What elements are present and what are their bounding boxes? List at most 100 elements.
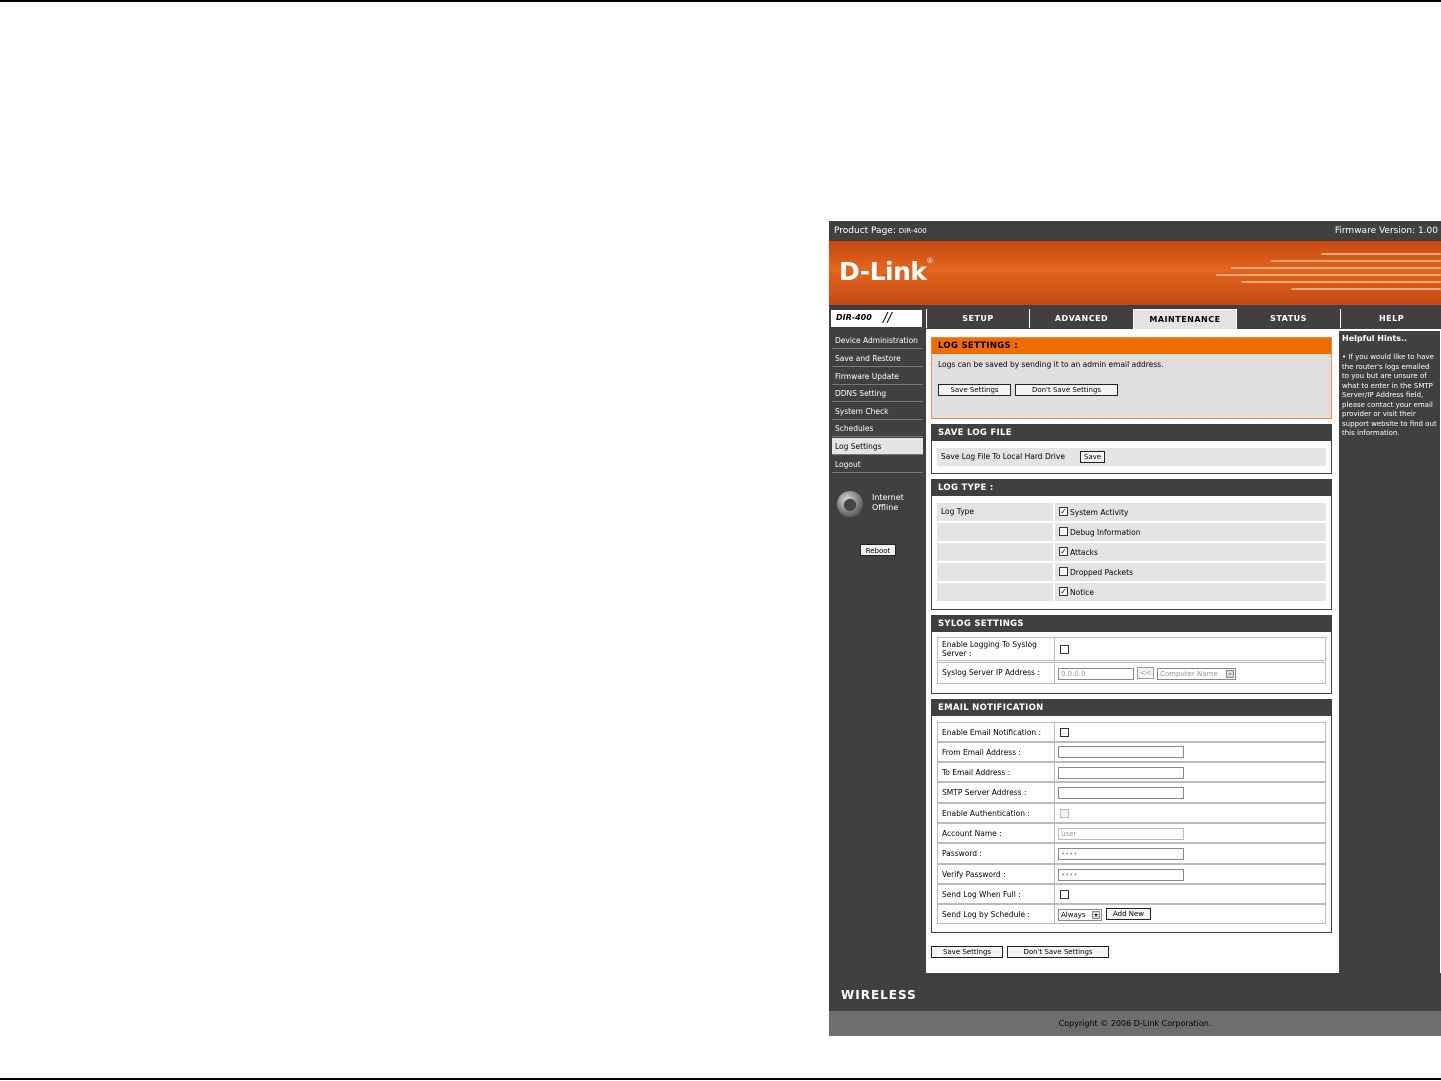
send-when-full-checkbox[interactable] [1060,890,1069,899]
debug-information-checkbox[interactable] [1059,527,1068,536]
send-when-full-label: Send Log When Full : [942,890,1021,899]
auth-row: Enable Authentication : [937,803,1326,823]
syslog-enable-label: Enable Logging To Syslog Server : [942,640,1037,658]
tab-help[interactable]: HELP [1340,309,1441,328]
from-email-row: From Email Address : [937,742,1326,762]
sidebar-item-device-administration[interactable]: Device Administration [832,332,923,349]
internet-globe-icon: ● [837,491,863,517]
log-type-label: Log Type [941,507,975,516]
row-divider [1054,663,1055,683]
add-new-schedule-button[interactable]: Add New [1106,908,1151,920]
verify-password-input[interactable]: •••• [1058,869,1184,881]
row-divider [1053,523,1055,541]
from-email-input[interactable] [1058,746,1184,758]
schedule-select[interactable]: Always ▾ [1058,909,1102,921]
banner-swoosh-graphic [1211,247,1441,297]
row-divider [1054,804,1055,822]
tab-maintenance[interactable]: MAINTENANCE [1133,309,1237,330]
dropped-packets-label: Dropped Packets [1070,568,1134,577]
save-log-file-section: SAVE LOG FILE Save Log File To Local Har… [931,424,1332,474]
account-input[interactable]: user [1058,828,1184,840]
smtp-row: SMTP Server Address : [937,782,1326,803]
page-top-rule [0,0,1441,2]
row-divider [1054,844,1055,863]
model-badge: DIR-400 // [831,310,922,327]
log-type-row-system-activity: Log Type ✓ System Activity [937,503,1326,521]
row-divider [1053,543,1055,561]
password-input[interactable]: •••• [1058,848,1184,860]
attacks-checkbox[interactable]: ✓ [1059,547,1068,556]
save-settings-button-top[interactable]: Save Settings [938,384,1011,396]
footer-bar: WIRELESS [829,973,1441,1011]
system-activity-label: System Activity [1070,508,1129,517]
log-type-row-dropped: Dropped Packets [937,563,1326,581]
dont-save-settings-button-bottom[interactable]: Don't Save Settings [1007,946,1109,958]
account-row: Account Name : user [937,823,1326,843]
dont-save-settings-button-top[interactable]: Don't Save Settings [1015,384,1118,396]
product-model: DIR-400 [898,227,927,235]
account-label: Account Name : [942,829,1002,838]
notice-label: Notice [1070,588,1094,597]
syslog-enable-label-line2: Server : [942,649,972,658]
tab-setup[interactable]: SETUP [926,309,1029,328]
model-badge-slashes: // [883,311,892,326]
save-settings-button-bottom[interactable]: Save Settings [931,946,1003,958]
top-info-bar: Product Page: DIR-400 Firmware Version: … [829,221,1441,241]
auth-checkbox[interactable] [1060,809,1069,818]
model-badge-text: DIR-400 [836,313,872,322]
notice-checkbox[interactable]: ✓ [1059,587,1068,596]
email-enable-label: Enable Email Notification : [942,728,1042,737]
syslog-ip-row: Syslog Server IP Address : 0.0.0.0 << Co… [937,662,1326,684]
syslog-enable-checkbox[interactable] [1060,645,1069,654]
smtp-input[interactable] [1058,787,1184,799]
email-enable-checkbox[interactable] [1060,728,1069,737]
save-log-button[interactable]: Save [1080,451,1105,463]
syslog-computer-name-select[interactable]: Computer Name ▾ [1157,668,1236,680]
auth-label: Enable Authentication : [942,809,1030,818]
sidebar-item-save-and-restore[interactable]: Save and Restore [832,350,923,367]
sidebar-item-log-settings[interactable]: Log Settings [832,438,923,455]
send-when-full-row: Send Log When Full : [937,884,1326,904]
syslog-ip-input[interactable]: 0.0.0.0 [1058,668,1134,680]
sidebar: Device Administration Save and Restore F… [829,329,926,973]
log-type-row-attacks: ✓ Attacks [937,543,1326,561]
to-email-row: To Email Address : [937,762,1326,782]
row-divider [1054,865,1055,883]
dropped-packets-checkbox[interactable] [1059,567,1068,576]
log-settings-title: LOG SETTINGS : [932,338,1331,354]
reboot-button[interactable]: Reboot [860,544,896,556]
sidebar-item-logout[interactable]: Logout [832,456,923,473]
row-divider [1053,583,1055,601]
sidebar-item-firmware-update[interactable]: Firmware Update [832,368,923,385]
brand-banner: D-Link® [829,241,1441,305]
product-label: Product Page: [834,226,896,236]
helpful-hints-panel: Helpful Hints.. • If you would like to h… [1339,331,1440,973]
to-email-input[interactable] [1058,767,1184,779]
log-type-row-notice: ✓ Notice [937,583,1326,601]
chevron-down-icon: ▾ [1226,670,1234,678]
row-divider [1054,824,1055,842]
sidebar-item-system-check[interactable]: System Check [832,403,923,420]
row-divider [1054,723,1055,741]
firmware-version: Firmware Version: 1.00 [1334,226,1438,236]
tab-status[interactable]: STATUS [1236,309,1340,328]
sidebar-item-schedules[interactable]: Schedules [832,420,923,437]
save-log-file-label: Save Log File To Local Hard Drive [941,452,1065,461]
save-log-file-title: SAVE LOG FILE [932,425,1331,441]
from-email-label: From Email Address : [942,748,1021,757]
syslog-title: SYLOG SETTINGS [932,616,1331,632]
row-divider [1054,743,1055,761]
system-activity-checkbox[interactable]: ✓ [1059,507,1068,516]
verify-password-row: Verify Password : •••• [937,864,1326,884]
attacks-label: Attacks [1070,548,1098,557]
tab-advanced[interactable]: ADVANCED [1029,309,1133,328]
copyright-bar: Copyright © 2006 D-Link Corporation. [829,1011,1441,1036]
syslog-copy-button[interactable]: << [1137,667,1154,679]
main-content: LOG SETTINGS : Logs can be saved by send… [926,329,1339,973]
syslog-enable-row: Enable Logging To Syslog Server : [937,637,1326,661]
internet-status: Internet Offline [872,493,904,513]
sidebar-item-ddns-setting[interactable]: DDNS Setting [832,385,923,402]
row-divider [1054,763,1055,781]
send-by-schedule-row: Send Log by Schedule : Always ▾ Add New [937,904,1326,924]
wireless-brand: WIRELESS [841,988,917,1002]
